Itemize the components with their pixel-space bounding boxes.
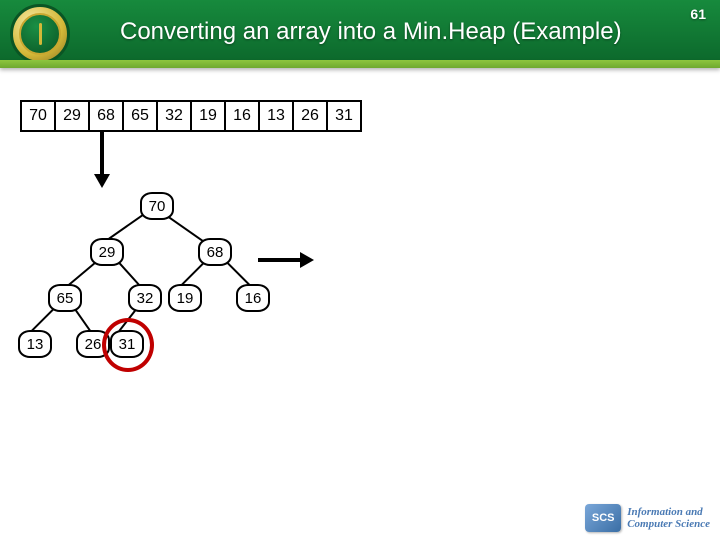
tree-node: 65 [48, 284, 82, 312]
array-cell: 31 [328, 102, 360, 130]
arrow-shaft [258, 258, 300, 262]
tree-node-root: 70 [140, 192, 174, 220]
scs-badge: SCS [585, 504, 621, 532]
arrow-shaft [100, 132, 104, 174]
tree-node: 29 [90, 238, 124, 266]
tree-node: 13 [18, 330, 52, 358]
array-cell: 26 [294, 102, 328, 130]
array-cell: 19 [192, 102, 226, 130]
array-display: 70 29 68 65 32 19 16 13 26 31 [20, 100, 362, 132]
slide-title: Converting an array into a Min.Heap (Exa… [120, 18, 622, 46]
tree-node: 19 [168, 284, 202, 312]
arrow-head-icon [300, 252, 314, 268]
current-node-highlight [102, 318, 154, 372]
array-cell: 70 [22, 102, 56, 130]
array-cell: 68 [90, 102, 124, 130]
university-logo [10, 4, 70, 64]
department-logo: SCS Information and Computer Science [585, 504, 710, 532]
slide-number: 61 [690, 6, 706, 22]
arrow-head-icon [94, 174, 110, 188]
array-to-tree-arrow [100, 132, 110, 188]
header-accent-strip [0, 60, 720, 68]
dept-line-1: Information and [627, 506, 710, 518]
department-name: Information and Computer Science [627, 506, 710, 530]
tree-node: 16 [236, 284, 270, 312]
logo-emblem [19, 13, 61, 55]
array-cell: 13 [260, 102, 294, 130]
slide-header: Converting an array into a Min.Heap (Exa… [0, 0, 720, 68]
array-cell: 65 [124, 102, 158, 130]
array-cell: 29 [56, 102, 90, 130]
array-cell: 16 [226, 102, 260, 130]
tree-node: 32 [128, 284, 162, 312]
tree-node: 68 [198, 238, 232, 266]
slide-content: 70 29 68 65 32 19 16 13 26 31 70 29 68 6… [0, 68, 720, 540]
next-step-arrow [258, 258, 300, 262]
dept-line-2: Computer Science [627, 518, 710, 530]
array-cell: 32 [158, 102, 192, 130]
